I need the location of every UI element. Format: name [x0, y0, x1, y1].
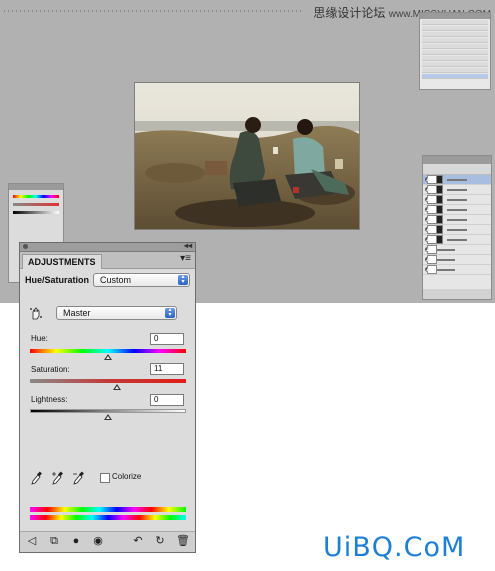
layer-thumbnail: [426, 245, 437, 254]
mini-hue-slider: [13, 195, 59, 198]
site-logo: UiBQ.CoM: [323, 532, 466, 563]
history-row[interactable]: [422, 56, 488, 61]
beach-couple-photo: [135, 83, 359, 229]
history-row[interactable]: [422, 26, 488, 31]
lightness-slider-track[interactable]: [30, 409, 186, 420]
layer-name: [447, 198, 467, 201]
layer-thumbnail: [426, 195, 437, 204]
layer-thumbnail: [426, 215, 437, 224]
layer-thumbnail: [426, 185, 437, 194]
adjustments-bottom-toolbar: ◁ ⧉ ● ◉ ↶ ↻ 🗑: [20, 531, 195, 552]
adjustments-tabbar: ADJUSTMENTS ▾≡: [20, 252, 195, 269]
history-row[interactable]: [422, 50, 488, 55]
eyedropper-plus-icon[interactable]: [51, 471, 63, 485]
watermark-cn: 思缘设计论坛: [313, 6, 386, 20]
layer-name: [447, 178, 467, 181]
history-row[interactable]: [422, 32, 488, 37]
adjustments-panel: ◂◂ ADJUSTMENTS ▾≡ Hue/Saturation Custom …: [19, 241, 196, 553]
layer-thumbnail: [426, 255, 437, 264]
layer-thumbnail: [426, 265, 437, 274]
layer-thumbnail: [426, 205, 437, 214]
reset-icon[interactable]: ↻: [154, 535, 166, 548]
layer-row-background[interactable]: [423, 265, 491, 275]
colorize-label: Colorize: [112, 472, 142, 481]
history-row[interactable]: [422, 38, 488, 43]
layer-name: [435, 258, 455, 261]
history-row[interactable]: [422, 68, 488, 73]
layer-name: [447, 218, 467, 221]
layer-row[interactable]: [423, 255, 491, 265]
layer-name: [447, 238, 467, 241]
layer-name: [447, 188, 467, 191]
spectrum-bar-input: [30, 507, 186, 512]
ruler-guide: [4, 10, 304, 12]
layer-row[interactable]: [423, 205, 491, 215]
layer-row[interactable]: [423, 225, 491, 235]
channel-select[interactable]: Master ▴ ▾: [56, 306, 177, 320]
layer-name: [447, 228, 467, 231]
history-panel-header[interactable]: [420, 13, 490, 19]
expand-view-icon[interactable]: ⧉: [48, 535, 60, 548]
layers-options-bar[interactable]: [423, 164, 491, 175]
history-row[interactable]: [422, 62, 488, 67]
saturation-slider-thumb[interactable]: [112, 384, 121, 390]
view-previous-icon[interactable]: ↶: [132, 535, 144, 548]
eyedropper-icon[interactable]: [30, 471, 42, 485]
hue-label: Hue:: [31, 334, 48, 343]
preset-label: Hue/Saturation: [25, 275, 90, 285]
layer-thumbnail: [426, 175, 437, 184]
hue-slider-track[interactable]: [30, 349, 186, 360]
trash-icon[interactable]: 🗑: [176, 535, 190, 548]
history-row[interactable]: [422, 44, 488, 49]
layers-panel-header[interactable]: [423, 156, 491, 164]
history-panel: [419, 12, 491, 90]
layer-row[interactable]: [423, 185, 491, 195]
close-icon[interactable]: [23, 244, 28, 249]
chevron-updown-icon: ▴ ▾: [178, 274, 188, 285]
tab-adjustments[interactable]: ADJUSTMENTS: [22, 254, 102, 269]
canvas-photo: [134, 82, 360, 230]
clip-layer-icon[interactable]: ●: [70, 535, 82, 548]
channel-value: Master: [63, 308, 91, 318]
layers-footer-toolbar[interactable]: [423, 289, 491, 299]
lightness-field[interactable]: 0: [150, 394, 184, 406]
history-row[interactable]: [422, 20, 488, 25]
saturation-slider-track[interactable]: [30, 379, 186, 390]
layer-row[interactable]: [423, 195, 491, 205]
collapse-icon[interactable]: ◂◂: [184, 241, 192, 250]
lightness-label: Lightness:: [31, 395, 68, 404]
visibility-eye-icon[interactable]: ◉: [92, 535, 104, 548]
history-row-selected[interactable]: [422, 74, 488, 79]
layer-row[interactable]: [423, 245, 491, 255]
layer-name: [435, 248, 455, 251]
layer-thumbnail: [426, 235, 437, 244]
layer-name: [435, 268, 455, 271]
spectrum-bar-output: [30, 515, 186, 520]
mini-saturation-slider: [13, 203, 59, 206]
panel-menu-icon[interactable]: ▾≡: [180, 253, 191, 264]
layer-name: [447, 208, 467, 211]
layer-row[interactable]: [423, 215, 491, 225]
layer-row[interactable]: [423, 235, 491, 245]
eyedropper-minus-icon[interactable]: [72, 471, 84, 485]
hue-field[interactable]: 0: [150, 333, 184, 345]
back-arrow-icon[interactable]: ◁: [26, 535, 38, 548]
mini-lightness-slider: [13, 211, 59, 214]
layer-row-selected[interactable]: [423, 175, 491, 185]
hue-slider-thumb[interactable]: [104, 354, 112, 360]
lightness-slider-thumb[interactable]: [104, 414, 112, 420]
layer-thumbnail: [426, 225, 437, 234]
saturation-label: Saturation:: [31, 365, 70, 374]
saturation-field[interactable]: 11: [150, 363, 184, 375]
colorize-checkbox[interactable]: [100, 473, 110, 483]
preset-select[interactable]: Custom ▴ ▾: [93, 273, 190, 287]
hand-target-icon[interactable]: [29, 306, 43, 320]
layers-panel: [422, 155, 492, 300]
chevron-updown-icon: ▴ ▾: [165, 307, 175, 318]
adjustments-titlebar[interactable]: ◂◂: [20, 241, 195, 252]
mini-panel-header[interactable]: [9, 184, 63, 190]
preset-value: Custom: [100, 275, 132, 285]
